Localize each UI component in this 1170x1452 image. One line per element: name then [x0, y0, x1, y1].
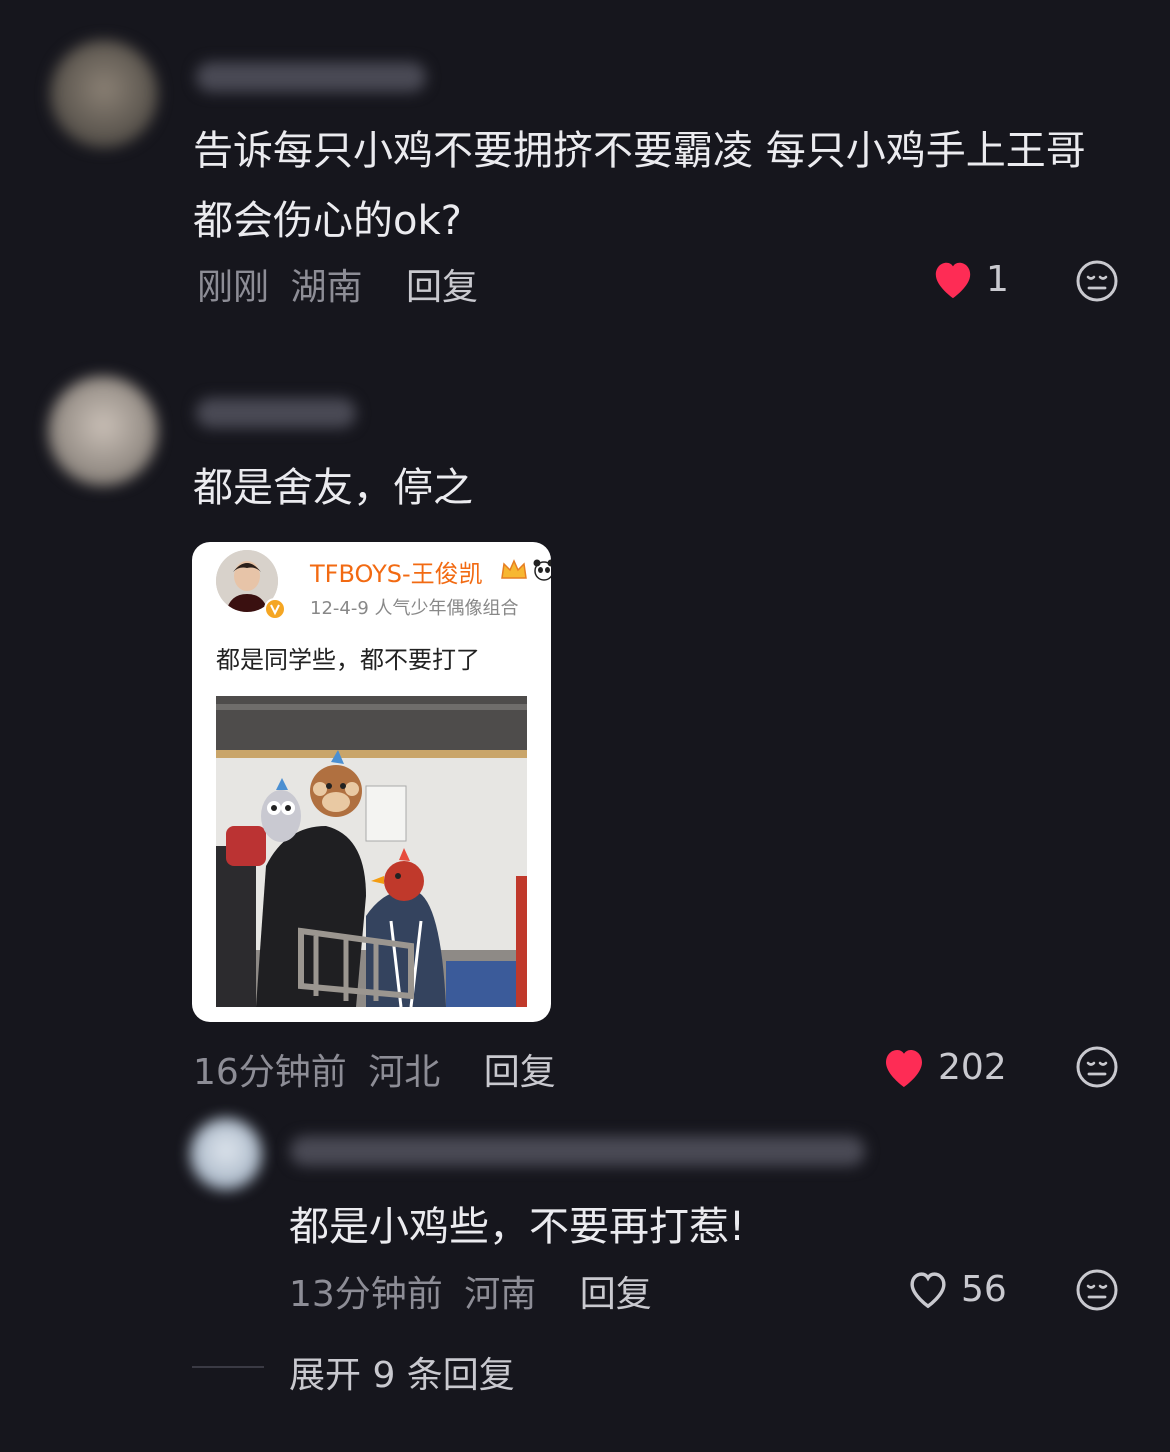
verified-badge-icon [264, 598, 286, 620]
like-count: 202 [938, 1046, 1007, 1088]
comment-meta: 刚刚 湖南 回复 [197, 258, 478, 310]
reply-button[interactable]: 回复 [580, 1274, 652, 1315]
like-count: 1 [986, 258, 1009, 300]
emoji-face-icon[interactable] [1075, 1045, 1119, 1089]
reply-avatar[interactable] [190, 1118, 262, 1190]
heart-filled-icon [886, 1050, 922, 1087]
comment-location: 河北 [368, 1052, 441, 1093]
comment-time: 刚刚 [197, 267, 270, 308]
expand-replies-button[interactable]: 展开 9 条回复 [289, 1346, 515, 1398]
panda-badge-icon [533, 559, 551, 581]
expand-divider [192, 1366, 264, 1368]
like-button[interactable]: 56 [905, 1268, 1007, 1310]
comment-avatar[interactable] [50, 40, 158, 148]
emoji-face-icon[interactable] [1075, 1268, 1119, 1312]
heart-outline-icon [910, 1272, 946, 1309]
card-post-text: 都是同学些，都不要打了 [216, 646, 480, 674]
emoji-face-icon[interactable] [1075, 259, 1119, 303]
classroom-photo [216, 696, 527, 1007]
comment-text: 都是舍友，停之 [193, 465, 473, 511]
comment-time: 16分钟前 [193, 1052, 347, 1093]
like-button[interactable]: 202 [880, 1045, 1007, 1089]
reply-time: 13分钟前 [289, 1274, 443, 1315]
reply-button[interactable]: 回复 [406, 267, 478, 308]
like-button[interactable]: 1 [930, 258, 1009, 300]
comment-location: 湖南 [290, 267, 363, 308]
reply-text: 都是小鸡些，不要再打惹! [289, 1204, 746, 1250]
reply-button[interactable]: 回复 [484, 1052, 556, 1093]
comment-text-line2: 都会伤心的ok? [193, 198, 462, 244]
username-blurred[interactable] [290, 1136, 865, 1166]
reply-location: 河南 [464, 1274, 537, 1315]
comment-avatar[interactable] [48, 376, 158, 486]
card-author-name: TFBOYS-王俊凯 [310, 560, 483, 588]
heart-filled-icon [935, 262, 971, 299]
username-blurred[interactable] [196, 62, 426, 92]
username-blurred[interactable] [196, 398, 356, 428]
comment-text-line1: 告诉每只小鸡不要拥挤不要霸凌 每只小鸡手上王哥 [193, 128, 1086, 174]
reply-meta: 13分钟前 河南 回复 [289, 1265, 652, 1317]
crown-badge-icon [501, 559, 527, 579]
card-post-meta: 12-4-9 人气少年偶像组合 [310, 598, 519, 619]
image-attachment-card[interactable]: TFBOYS-王俊凯 12-4-9 人气少年偶像组合 都是同学些，都不要打了 [192, 542, 551, 1022]
comment-meta: 16分钟前 河北 回复 [193, 1043, 556, 1095]
like-count: 56 [961, 1268, 1007, 1310]
